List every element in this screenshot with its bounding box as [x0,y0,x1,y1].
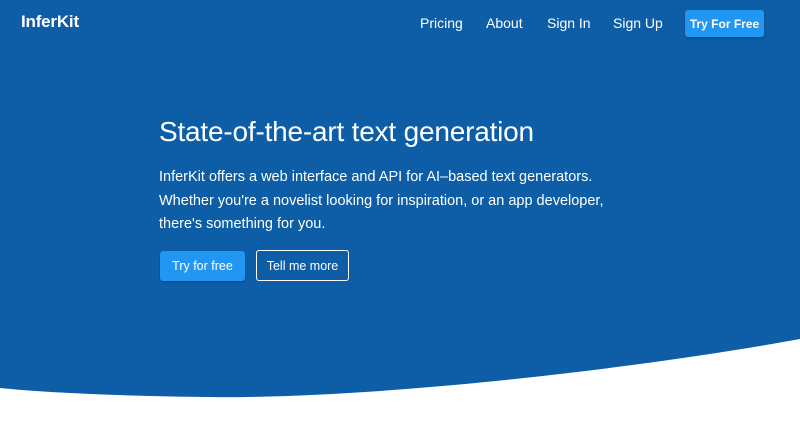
hero-title: State-of-the-art text generation [159,116,534,147]
hero-description-line: InferKit offers a web interface and API … [159,169,593,185]
brand-logo[interactable]: InferKit [21,12,79,32]
try-for-free-button[interactable]: Try for free [160,251,245,281]
hero-description-line: Whether you're a novelist looking for in… [159,192,604,209]
try-for-free-nav-button[interactable]: Try For Free [685,10,764,37]
top-navbar: InferKit Pricing About Sign In Sign Up T… [0,0,800,46]
tell-me-more-button[interactable]: Tell me more [256,250,349,281]
hero-description-line: there's something for you. [159,216,326,232]
hero-description: InferKit offers a web interface and API … [159,166,619,237]
nav-link-sign-in[interactable]: Sign In [547,15,591,31]
nav-link-sign-up[interactable]: Sign Up [613,15,663,31]
nav-link-about[interactable]: About [486,15,523,31]
landing-page: InferKit Pricing About Sign In Sign Up T… [0,0,800,422]
nav-link-pricing[interactable]: Pricing [420,15,463,31]
